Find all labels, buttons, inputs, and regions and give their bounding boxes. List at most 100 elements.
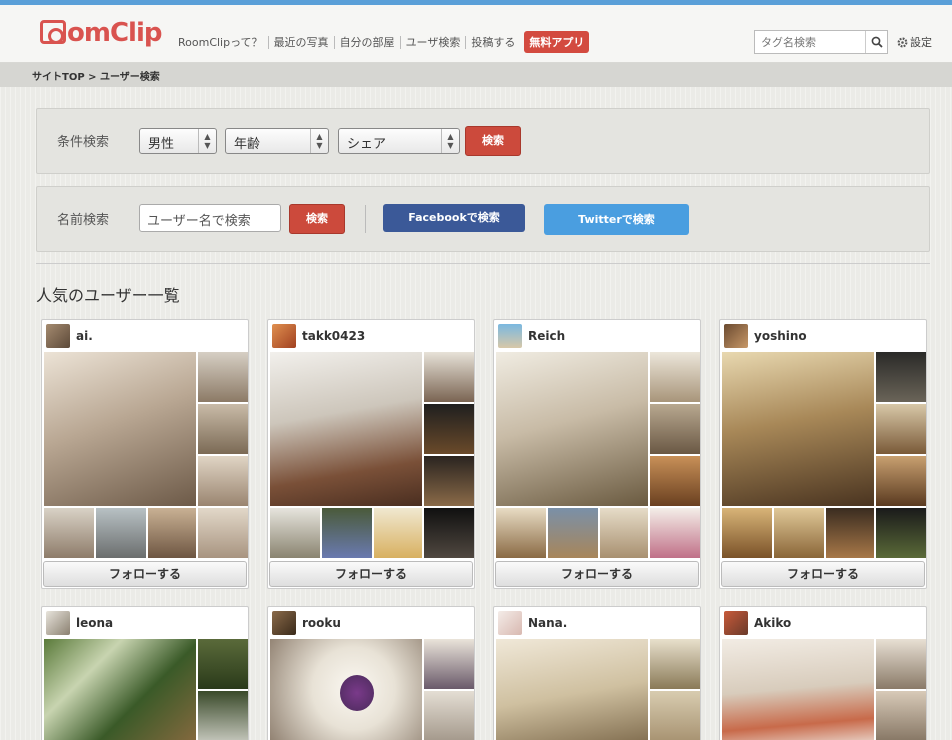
free-app-button[interactable]: 無料アプリ bbox=[524, 31, 590, 53]
photo-thumb[interactable] bbox=[496, 508, 546, 558]
photo-thumb[interactable] bbox=[650, 508, 700, 558]
avatar[interactable] bbox=[724, 324, 748, 348]
avatar[interactable] bbox=[498, 611, 522, 635]
photo-main[interactable] bbox=[496, 352, 648, 506]
username[interactable]: leona bbox=[76, 616, 113, 630]
avatar[interactable] bbox=[498, 324, 522, 348]
photo-thumb[interactable] bbox=[198, 691, 248, 740]
photo-thumb[interactable] bbox=[424, 404, 474, 454]
photo-thumb[interactable] bbox=[722, 508, 772, 558]
username[interactable]: Akiko bbox=[754, 616, 791, 630]
follow-button[interactable]: フォローする bbox=[43, 561, 247, 587]
photo-thumb[interactable] bbox=[198, 404, 248, 454]
photo-thumb[interactable] bbox=[198, 639, 248, 689]
photo-thumb[interactable] bbox=[876, 639, 926, 689]
photo-main[interactable] bbox=[44, 639, 196, 740]
user-card-header[interactable]: leona bbox=[42, 607, 248, 639]
search-button[interactable] bbox=[865, 31, 887, 53]
nav-recent-photos[interactable]: 最近の写真 bbox=[269, 35, 335, 49]
share-select[interactable]: シェア ▲ ▼ bbox=[338, 128, 460, 154]
name-search-button[interactable]: 検索 bbox=[289, 204, 345, 234]
photo-main[interactable] bbox=[44, 352, 196, 506]
facebook-search-button[interactable]: Facebookで検索 bbox=[383, 204, 525, 232]
user-card: Akiko bbox=[719, 606, 927, 740]
photo-thumb[interactable] bbox=[650, 352, 700, 402]
user-card-header[interactable]: ai. bbox=[42, 320, 248, 352]
logo-house-icon bbox=[40, 20, 66, 44]
follow-button[interactable]: フォローする bbox=[721, 561, 925, 587]
user-card: yoshino フォローする bbox=[719, 319, 927, 589]
nav-user-search[interactable]: ユーザ検索 bbox=[401, 35, 467, 49]
photo-thumb[interactable] bbox=[876, 352, 926, 402]
photo-thumb[interactable] bbox=[876, 404, 926, 454]
user-card-header[interactable]: Reich bbox=[494, 320, 700, 352]
user-card-header[interactable]: Akiko bbox=[720, 607, 926, 639]
photo-thumb[interactable] bbox=[44, 508, 94, 558]
username[interactable]: Nana. bbox=[528, 616, 567, 630]
nav-my-room[interactable]: 自分の部屋 bbox=[335, 35, 401, 49]
gender-select[interactable]: 男性 ▲ ▼ bbox=[139, 128, 217, 154]
select-arrows-icon: ▲ ▼ bbox=[310, 129, 328, 153]
photo-thumb[interactable] bbox=[424, 639, 474, 689]
photo-thumb[interactable] bbox=[148, 508, 196, 558]
photo-thumb[interactable] bbox=[650, 691, 700, 740]
user-card-header[interactable]: yoshino bbox=[720, 320, 926, 352]
photo-main[interactable] bbox=[722, 352, 874, 506]
twitter-search-button[interactable]: Twitterで検索 bbox=[544, 204, 689, 235]
photo-thumb[interactable] bbox=[876, 508, 926, 558]
condition-search-button[interactable]: 検索 bbox=[465, 126, 521, 156]
roomclip-logo[interactable]: omClip bbox=[40, 18, 162, 48]
photo-thumb[interactable] bbox=[374, 508, 422, 558]
tag-search-input[interactable] bbox=[755, 31, 865, 53]
avatar[interactable] bbox=[724, 611, 748, 635]
photo-main[interactable] bbox=[722, 639, 874, 740]
age-select[interactable]: 年齢 ▲ ▼ bbox=[225, 128, 329, 154]
avatar[interactable] bbox=[46, 324, 70, 348]
photo-thumb[interactable] bbox=[600, 508, 648, 558]
age-value: 年齢 bbox=[234, 137, 261, 152]
username[interactable]: yoshino bbox=[754, 329, 807, 343]
photo-thumb[interactable] bbox=[774, 508, 824, 558]
nav-post[interactable]: 投稿する bbox=[466, 36, 520, 49]
photo-thumb[interactable] bbox=[424, 352, 474, 402]
nav-about[interactable]: RoomClipって？ bbox=[178, 35, 269, 49]
user-card-header[interactable]: rooku bbox=[268, 607, 474, 639]
photo-thumb[interactable] bbox=[650, 456, 700, 506]
photo-thumb[interactable] bbox=[198, 352, 248, 402]
photo-main[interactable] bbox=[270, 352, 422, 506]
select-arrows-icon: ▲ ▼ bbox=[441, 129, 459, 153]
photo-thumb[interactable] bbox=[424, 691, 474, 740]
follow-button[interactable]: フォローする bbox=[495, 561, 699, 587]
photo-thumb[interactable] bbox=[198, 508, 248, 558]
avatar[interactable] bbox=[46, 611, 70, 635]
photo-thumb[interactable] bbox=[424, 508, 474, 558]
username[interactable]: rooku bbox=[302, 616, 341, 630]
photo-grid bbox=[44, 352, 248, 560]
username[interactable]: takk0423 bbox=[302, 329, 365, 343]
photo-thumb[interactable] bbox=[876, 456, 926, 506]
name-search-label: 名前検索 bbox=[57, 213, 110, 228]
photo-thumb[interactable] bbox=[650, 404, 700, 454]
photo-thumb[interactable] bbox=[270, 508, 320, 558]
avatar[interactable] bbox=[272, 324, 296, 348]
photo-main[interactable] bbox=[496, 639, 648, 740]
photo-thumb[interactable] bbox=[322, 508, 372, 558]
photo-thumb[interactable] bbox=[876, 691, 926, 740]
username-search-input[interactable]: ユーザー名で検索 bbox=[139, 204, 281, 232]
popular-users-title: 人気のユーザー一覧 bbox=[36, 286, 180, 305]
photo-flowers bbox=[340, 675, 374, 711]
username[interactable]: ai. bbox=[76, 329, 93, 343]
user-card-header[interactable]: takk0423 bbox=[268, 320, 474, 352]
photo-thumb[interactable] bbox=[96, 508, 146, 558]
settings-link[interactable]: 設定 bbox=[897, 34, 932, 50]
photo-thumb[interactable] bbox=[650, 639, 700, 689]
select-arrows-icon: ▲ ▼ bbox=[198, 129, 216, 153]
follow-button[interactable]: フォローする bbox=[269, 561, 473, 587]
photo-thumb[interactable] bbox=[424, 456, 474, 506]
photo-thumb[interactable] bbox=[826, 508, 874, 558]
avatar[interactable] bbox=[272, 611, 296, 635]
photo-thumb[interactable] bbox=[198, 456, 248, 506]
photo-thumb[interactable] bbox=[548, 508, 598, 558]
username[interactable]: Reich bbox=[528, 329, 565, 343]
user-card-header[interactable]: Nana. bbox=[494, 607, 700, 639]
